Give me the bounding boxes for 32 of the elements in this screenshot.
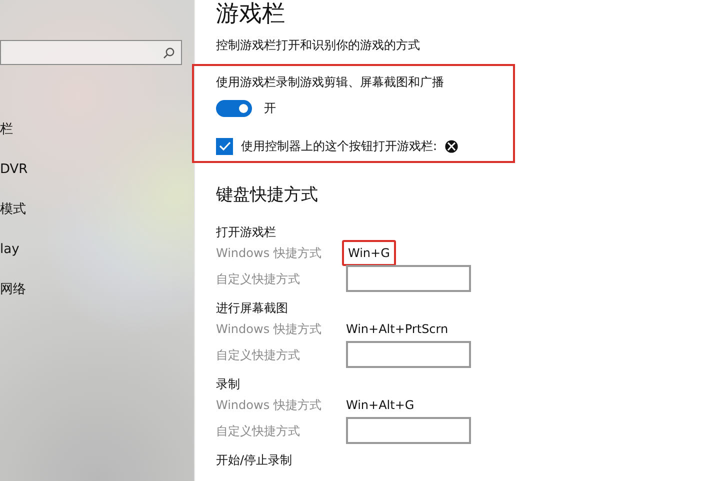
controller-button-icon (445, 140, 458, 152)
sidebar-item[interactable]: DVR (0, 160, 28, 180)
shortcut-title: 进行屏幕截图 (216, 300, 289, 314)
sidebar-item[interactable]: 模式 (0, 200, 26, 220)
shortcut-value: Win+Alt+PrtScrn (345, 320, 450, 338)
section-heading: 键盘快捷方式 (216, 184, 319, 207)
search-field[interactable] (0, 40, 182, 65)
shortcut-title: 打开游戏栏 (216, 224, 277, 238)
page-title: 游戏栏 (216, 0, 286, 28)
shortcut-label: 自定义快捷方式 (216, 346, 301, 364)
search-icon (163, 46, 175, 58)
shortcut-label: Windows 快捷方式 (216, 244, 322, 262)
setting-label: 使用游戏栏录制游戏剪辑、屏幕截图和广播 (216, 74, 445, 91)
checkmark-icon (218, 141, 230, 151)
shortcut-label: Windows 快捷方式 (216, 396, 322, 414)
toggle-switch[interactable] (216, 100, 252, 116)
shortcut-title: 录制 (216, 376, 241, 390)
sidebar-item[interactable]: lay (0, 240, 20, 260)
page-description: 控制游戏栏打开和识别你的游戏的方式 (216, 37, 421, 54)
sidebar-item[interactable]: 网络 (0, 280, 26, 300)
checkbox[interactable] (216, 138, 233, 154)
shortcut-value: Win+Alt+G (345, 396, 416, 414)
shortcut-label: 自定义快捷方式 (216, 422, 301, 440)
input-field[interactable] (346, 265, 471, 292)
sidebar-item[interactable]: 栏 (0, 120, 13, 140)
shortcut-title: 开始/停止录制 (216, 452, 294, 466)
checkbox-label: 使用控制器上的这个按钮打开游戏栏: (241, 138, 438, 155)
toggle-state: 开 (264, 100, 276, 117)
input-field[interactable] (346, 417, 471, 444)
input-field[interactable] (346, 341, 471, 368)
shortcut-label: 自定义快捷方式 (216, 270, 301, 288)
shortcut-label: Windows 快捷方式 (216, 320, 322, 338)
